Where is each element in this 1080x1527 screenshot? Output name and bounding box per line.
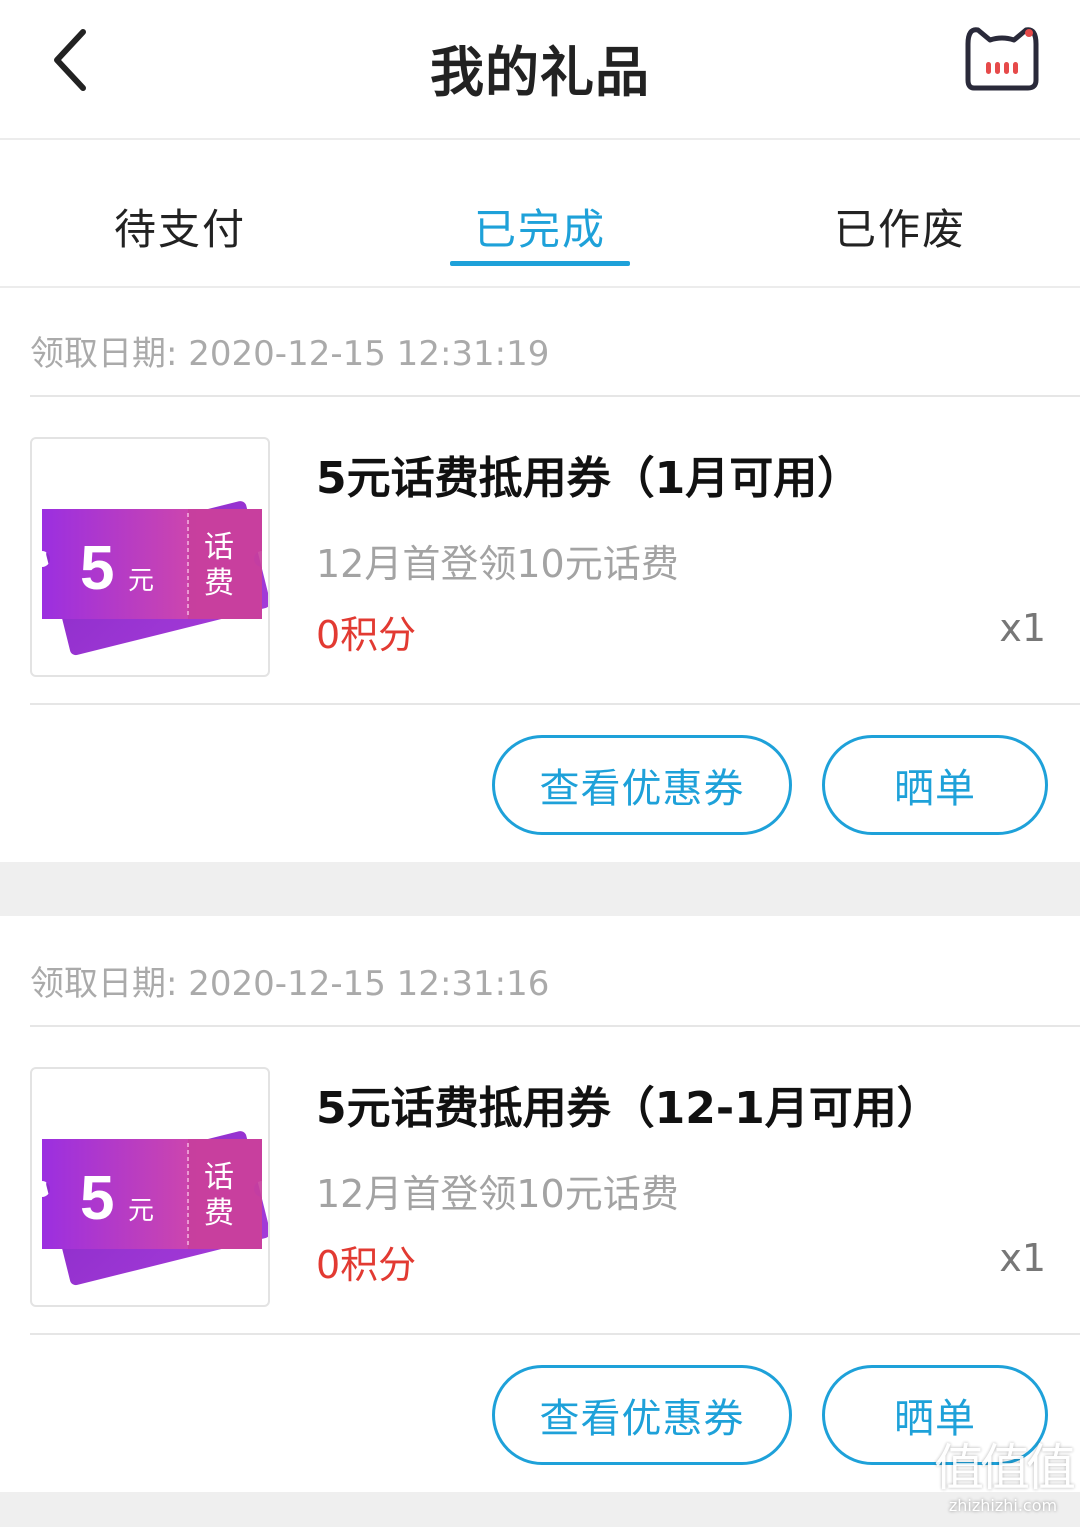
ticket-unit: 元 [128, 566, 154, 596]
claim-date-value: 2020-12-15 12:31:19 [188, 334, 550, 374]
ticket-tag-1: 话 [204, 530, 234, 565]
claim-date-label: 领取日期: [30, 334, 178, 374]
cat-face-icon [965, 27, 1039, 91]
phone-credit-ticket-icon: 5 元 话 费 [42, 1131, 268, 1286]
claim-date-value: 2020-12-15 12:31:16 [188, 964, 550, 1004]
divider [30, 395, 1080, 397]
card-separator [0, 862, 1080, 916]
view-coupon-button[interactable]: 查看优惠券 [492, 1365, 792, 1465]
status-tabs: 待支付 已完成 已作废 [0, 142, 1080, 288]
gift-subtitle: 12月首登领10元话费 [316, 542, 679, 586]
phone-credit-ticket-icon: 5 元 话 费 [42, 501, 268, 656]
divider [30, 1025, 1080, 1027]
gift-thumbnail[interactable]: 5 元 话 费 [30, 437, 270, 677]
tab-completed[interactable]: 已完成 [360, 196, 720, 257]
gift-subtitle: 12月首登领10元话费 [316, 1172, 679, 1216]
share-order-button[interactable]: 晒单 [822, 1365, 1048, 1465]
page-title: 我的礼品 [430, 41, 650, 104]
gift-quantity: x1 [999, 606, 1046, 650]
claim-date-label: 领取日期: [30, 964, 178, 1004]
divider [30, 703, 1080, 705]
gift-card: 领取日期: 2020-12-15 12:31:16 5 元 话 费 5元话费抵用… [0, 920, 1080, 1492]
profile-button[interactable] [964, 22, 1040, 94]
ticket-tag-1: 话 [204, 1160, 234, 1195]
claim-date: 领取日期: 2020-12-15 12:31:19 [30, 326, 549, 375]
gift-points: 0积分 [316, 1243, 417, 1287]
active-tab-indicator [450, 261, 630, 266]
tab-voided[interactable]: 已作废 [720, 196, 1080, 257]
ticket-amount: 5 [80, 1164, 114, 1233]
gift-quantity: x1 [999, 1236, 1046, 1280]
ticket-unit: 元 [128, 1196, 154, 1226]
gift-points: 0积分 [316, 613, 417, 657]
ticket-tag-2: 费 [204, 566, 234, 601]
gift-card: 领取日期: 2020-12-15 12:31:19 5 元 话 费 5元话费抵用… [0, 290, 1080, 862]
top-bar: 我的礼品 [0, 0, 1080, 140]
ticket-amount: 5 [80, 534, 114, 603]
tab-pending-payment[interactable]: 待支付 [0, 196, 360, 257]
gift-thumbnail[interactable]: 5 元 话 费 [30, 1067, 270, 1307]
card-separator [0, 1492, 1080, 1527]
gift-title[interactable]: 5元话费抵用券（12-1月可用） [316, 1072, 941, 1136]
share-order-button[interactable]: 晒单 [822, 735, 1048, 835]
ticket-tag-2: 费 [204, 1196, 234, 1231]
gift-title[interactable]: 5元话费抵用券（1月可用） [316, 442, 861, 506]
gift-page: 我的礼品 待支付 已完成 已作废 领取日期: 2020-12-15 12:31:… [0, 0, 1080, 1527]
claim-date: 领取日期: 2020-12-15 12:31:16 [30, 956, 549, 1005]
divider [30, 1333, 1080, 1335]
view-coupon-button[interactable]: 查看优惠券 [492, 735, 792, 835]
